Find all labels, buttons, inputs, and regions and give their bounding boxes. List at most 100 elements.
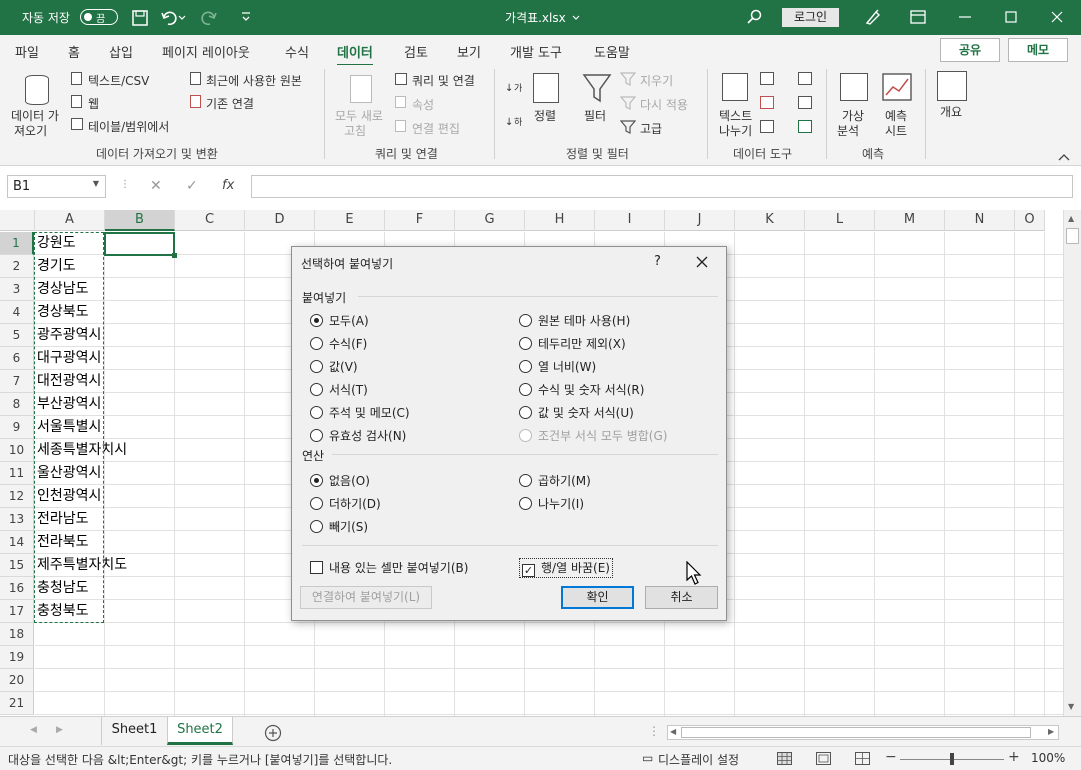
- radio-op-none[interactable]: 없음(O): [310, 472, 370, 489]
- column-header-a[interactable]: A: [35, 210, 105, 231]
- scroll-up-icon[interactable]: ▲: [1068, 214, 1074, 223]
- row-header-18[interactable]: 18: [0, 623, 34, 646]
- zoom-level[interactable]: 100%: [1031, 751, 1065, 765]
- sheet-tab-sheet2[interactable]: Sheet2: [167, 717, 233, 745]
- row-header-12[interactable]: 12: [0, 485, 34, 508]
- row-header-9[interactable]: 9: [0, 416, 34, 439]
- search-icon[interactable]: [747, 9, 763, 25]
- select-all-corner[interactable]: [0, 210, 35, 231]
- paste-link-button[interactable]: 연결하여 붙여넣기(L): [300, 586, 432, 609]
- cancel-entry-icon[interactable]: ✕: [150, 178, 162, 194]
- chevron-down-icon[interactable]: [572, 14, 580, 22]
- scroll-thumb[interactable]: [1066, 228, 1079, 244]
- scroll-down-icon[interactable]: ▼: [1068, 702, 1074, 711]
- prev-sheet-icon[interactable]: ◀: [30, 725, 37, 735]
- autosave-toggle[interactable]: 끔: [80, 9, 118, 25]
- row-header-4[interactable]: 4: [0, 301, 34, 324]
- tab-file[interactable]: 파일: [15, 42, 39, 61]
- row-header-21[interactable]: 21: [0, 692, 34, 715]
- zoom-slider[interactable]: [900, 753, 1004, 765]
- text-to-columns-label-2[interactable]: 나누기: [719, 122, 752, 139]
- hscroll-thumb[interactable]: [681, 727, 1031, 738]
- tab-help[interactable]: 도움말: [594, 42, 630, 61]
- close-icon[interactable]: [696, 256, 708, 268]
- radio-paste-source-theme[interactable]: 원본 테마 사용(H): [519, 312, 630, 329]
- radio-paste-validation[interactable]: 유효성 검사(N): [310, 427, 406, 444]
- scroll-left-icon[interactable]: ◀: [670, 727, 676, 736]
- row-header-14[interactable]: 14: [0, 531, 34, 554]
- tab-review[interactable]: 검토: [404, 42, 428, 61]
- undo-icon[interactable]: [160, 9, 186, 27]
- radio-op-add[interactable]: 더하기(D): [310, 495, 381, 512]
- forecast-label-2[interactable]: 시트: [885, 122, 907, 139]
- maximize-icon[interactable]: [1004, 10, 1018, 24]
- radio-paste-except-borders[interactable]: 테두리만 제외(X): [519, 335, 626, 352]
- row-header-17[interactable]: 17: [0, 600, 34, 623]
- help-button[interactable]: ?: [654, 254, 661, 269]
- sort-button[interactable]: 정렬: [534, 107, 556, 124]
- radio-op-multiply[interactable]: 곱하기(M): [519, 472, 591, 489]
- radio-paste-merge-conditional[interactable]: 조건부 서식 모두 병합(G): [519, 427, 667, 444]
- remove-duplicates-icon[interactable]: [760, 96, 774, 109]
- row-header-11[interactable]: 11: [0, 462, 34, 485]
- add-sheet-icon[interactable]: [264, 724, 282, 742]
- outline-button[interactable]: 개요: [940, 103, 962, 120]
- column-header-d[interactable]: D: [245, 210, 315, 231]
- normal-view-icon[interactable]: [777, 752, 792, 765]
- column-header-l[interactable]: L: [805, 210, 875, 231]
- tab-data[interactable]: 데이터: [337, 42, 373, 67]
- page-break-view-icon[interactable]: [855, 752, 870, 765]
- column-header-b[interactable]: B: [105, 210, 175, 231]
- tab-formulas[interactable]: 수식: [285, 42, 309, 61]
- column-header-k[interactable]: K: [735, 210, 805, 231]
- display-settings-button[interactable]: 디스플레이 설정: [658, 751, 739, 768]
- active-cell-b1[interactable]: [104, 232, 175, 256]
- properties-button[interactable]: 속성: [412, 96, 434, 113]
- radio-paste-column-widths[interactable]: 열 너비(W): [519, 358, 596, 375]
- pen-icon[interactable]: [864, 8, 882, 26]
- row-header-13[interactable]: 13: [0, 508, 34, 531]
- skip-blanks-checkbox[interactable]: 내용 있는 셀만 붙여넣기(B): [310, 559, 468, 576]
- radio-paste-values[interactable]: 값(V): [310, 358, 358, 375]
- radio-op-subtract[interactable]: 빼기(S): [310, 518, 368, 535]
- sheet-tab-sheet1[interactable]: Sheet1: [101, 717, 167, 745]
- row-header-16[interactable]: 16: [0, 577, 34, 600]
- radio-paste-comments[interactable]: 주석 및 메모(C): [310, 404, 410, 421]
- scroll-right-icon[interactable]: ▶: [1048, 727, 1054, 736]
- column-header-c[interactable]: C: [175, 210, 245, 231]
- row-header-19[interactable]: 19: [0, 646, 34, 669]
- refresh-all-label-2[interactable]: 고침: [344, 122, 366, 139]
- formula-input[interactable]: [251, 175, 1073, 198]
- queries-connections-button[interactable]: 쿼리 및 연결: [412, 72, 475, 89]
- fill-handle[interactable]: [172, 253, 177, 258]
- web-button[interactable]: 웹: [88, 95, 99, 112]
- close-icon[interactable]: [1050, 10, 1064, 24]
- data-model-icon[interactable]: [798, 120, 812, 133]
- column-header-i[interactable]: I: [595, 210, 665, 231]
- column-header-o[interactable]: O: [1015, 210, 1045, 231]
- name-box[interactable]: B1 ▼: [7, 175, 106, 198]
- flash-fill-icon[interactable]: [760, 72, 774, 85]
- radio-paste-formulas[interactable]: 수식(F): [310, 335, 367, 352]
- what-if-label-2[interactable]: 분석: [837, 122, 859, 139]
- relationships-icon[interactable]: [798, 96, 812, 109]
- column-header-g[interactable]: G: [455, 210, 525, 231]
- chevron-down-icon[interactable]: ▼: [93, 179, 99, 188]
- radio-paste-formats[interactable]: 서식(T): [310, 381, 368, 398]
- row-header-3[interactable]: 3: [0, 278, 34, 301]
- zoom-thumb[interactable]: [950, 753, 954, 765]
- column-header-f[interactable]: F: [385, 210, 455, 231]
- minimize-icon[interactable]: [958, 10, 972, 24]
- cancel-button[interactable]: 취소: [645, 586, 718, 609]
- reapply-button[interactable]: 다시 적용: [640, 96, 688, 113]
- edit-links-button[interactable]: 연결 편집: [412, 120, 460, 137]
- column-header-m[interactable]: M: [875, 210, 945, 231]
- horizontal-scrollbar[interactable]: ◀ ▶: [667, 725, 1059, 740]
- filter-button[interactable]: 필터: [584, 107, 606, 124]
- row-header-20[interactable]: 20: [0, 669, 34, 692]
- tab-view[interactable]: 보기: [457, 42, 481, 61]
- get-data-label-2[interactable]: 져오기: [14, 122, 47, 139]
- login-button[interactable]: 로그인: [782, 8, 839, 27]
- ok-button[interactable]: 확인: [561, 586, 634, 609]
- redo-icon[interactable]: [200, 9, 226, 27]
